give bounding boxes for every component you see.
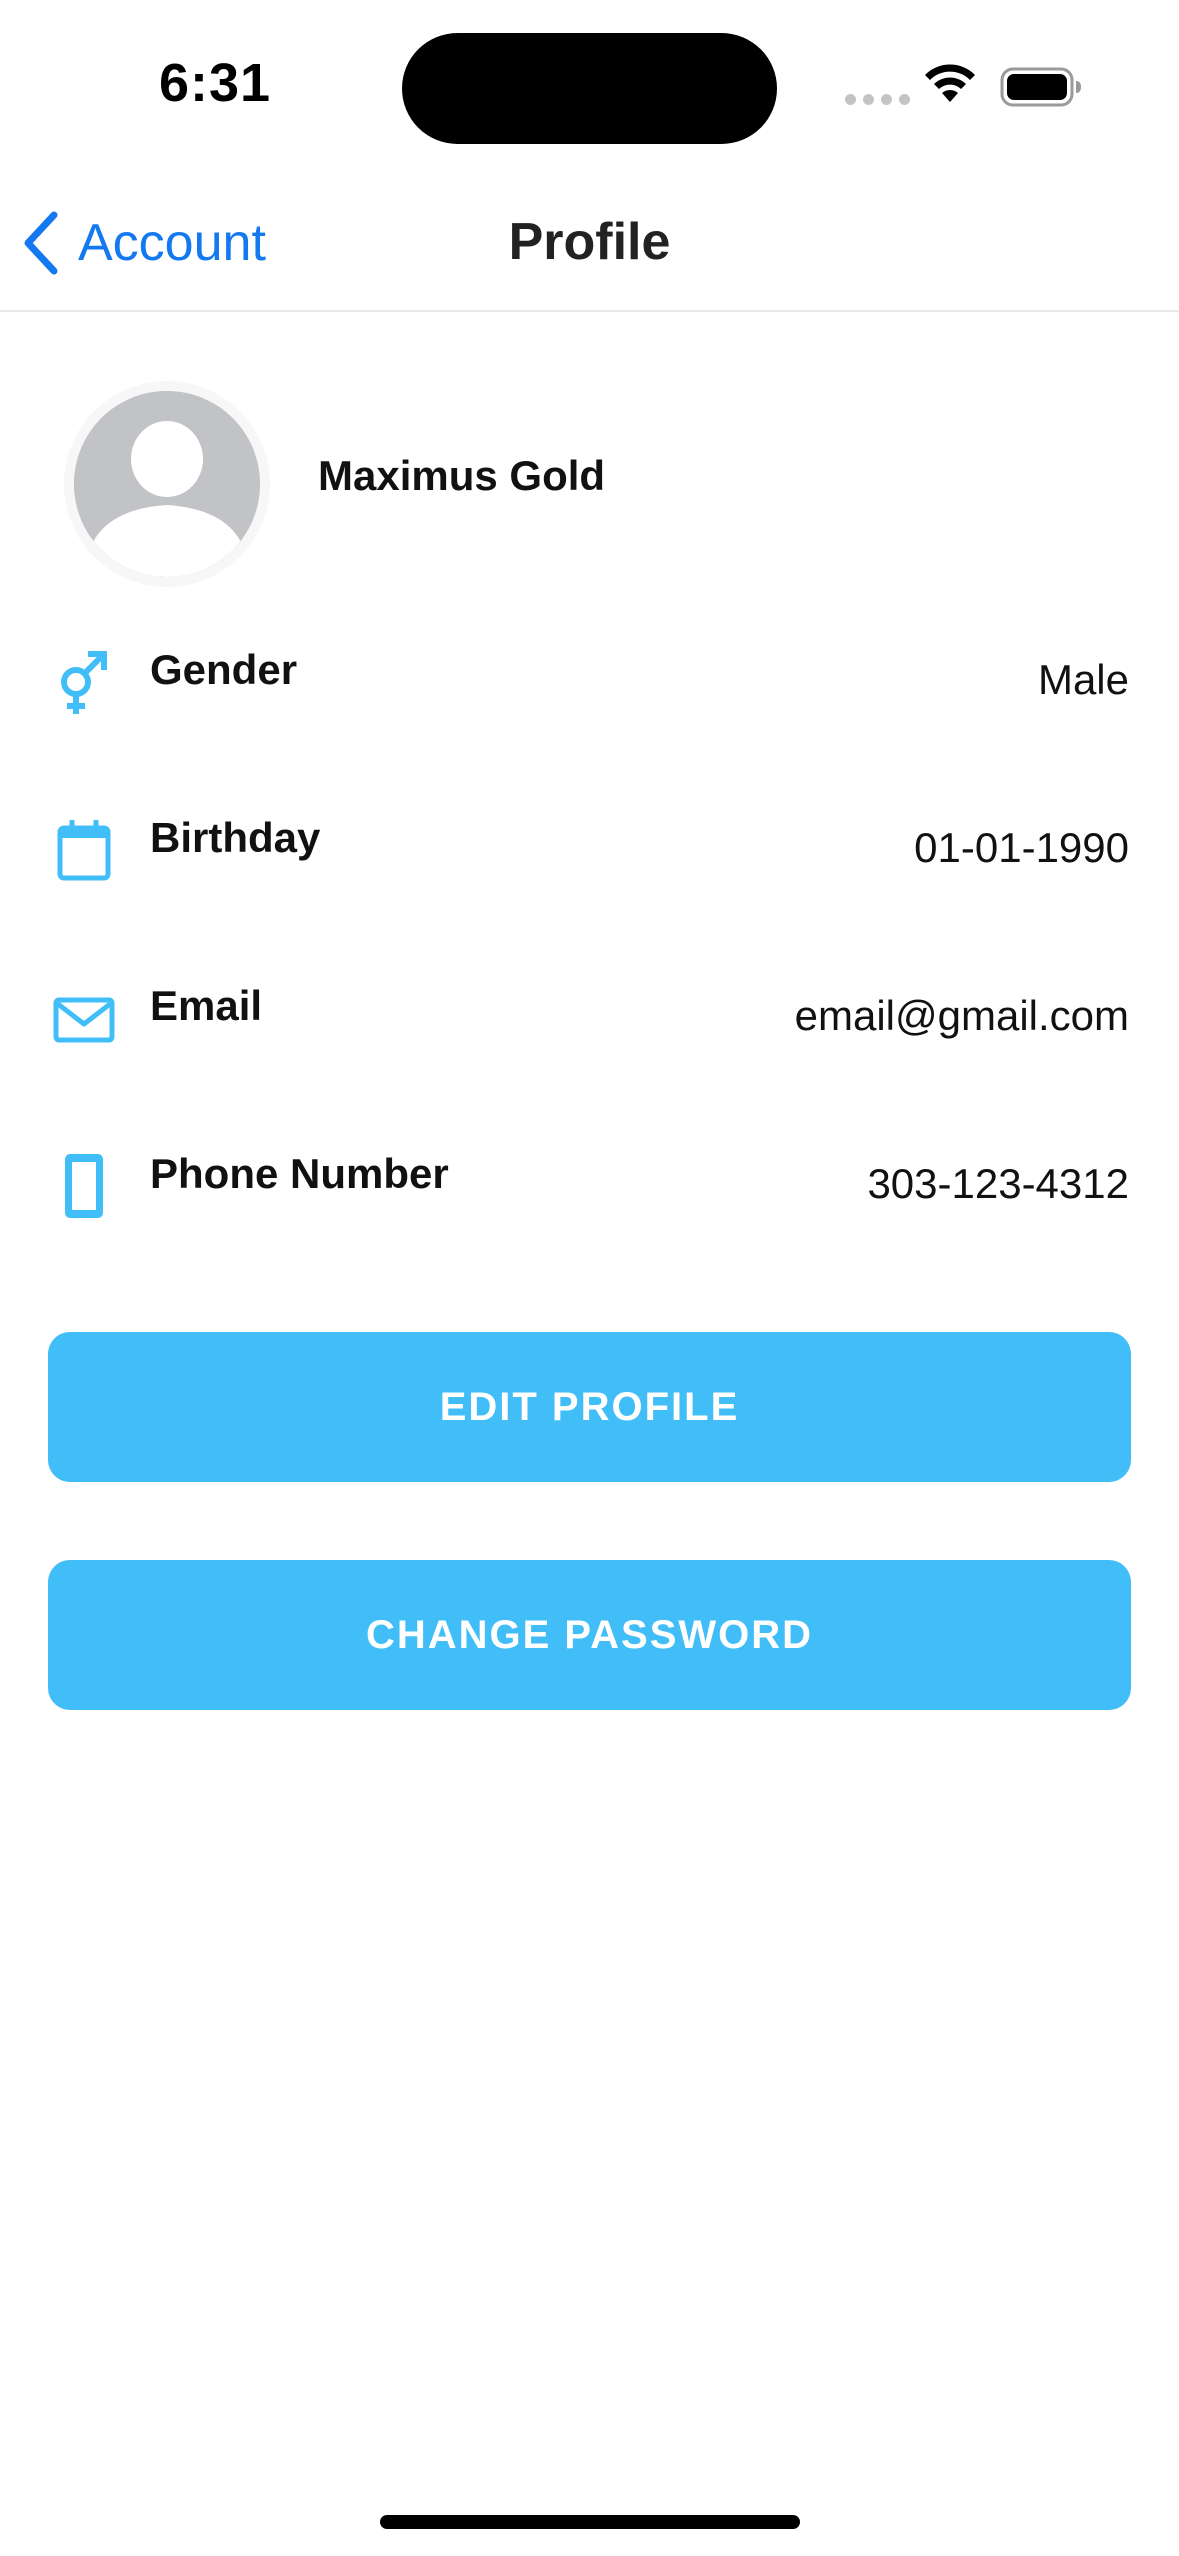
dynamic-island [402,33,777,144]
wifi-icon [925,64,975,102]
gender-row: Gender Male [0,640,1179,750]
person-placeholder-icon [74,391,260,577]
battery-icon [1000,67,1081,107]
change-password-button[interactable]: CHANGE PASSWORD [48,1560,1131,1710]
home-indicator[interactable] [380,2515,800,2529]
gender-value: Male [1037,656,1129,703]
email-label: Email [150,982,263,1029]
phone-label: Phone Number [150,1150,449,1197]
edit-profile-button[interactable]: EDIT PROFILE [48,1332,1131,1482]
birthday-value: 01-01-1990 [914,824,1129,871]
cellular-signal-icon [845,94,910,105]
phone-value: 303-123-4312 [867,1160,1129,1207]
phone-icon [65,1154,103,1218]
birthday-label: Birthday [150,814,321,861]
birthday-row: Birthday 01-01-1990 [0,808,1179,918]
phone-row: Phone Number 303-123-4312 [0,1144,1179,1254]
page-title: Profile [508,213,671,271]
mail-icon [53,997,115,1043]
gender-label: Gender [150,646,298,693]
status-time: 6:31 [158,53,272,113]
calendar-icon [57,820,111,881]
gender-icon [61,651,107,714]
navigation-bar: Account Profile [0,170,1179,312]
email-row: Email email@gmail.com [0,976,1179,1086]
avatar [74,391,260,577]
status-bar: 6:31 [0,0,1179,170]
email-value: email@gmail.com [794,992,1129,1039]
profile-name: Maximus Gold [318,452,606,499]
